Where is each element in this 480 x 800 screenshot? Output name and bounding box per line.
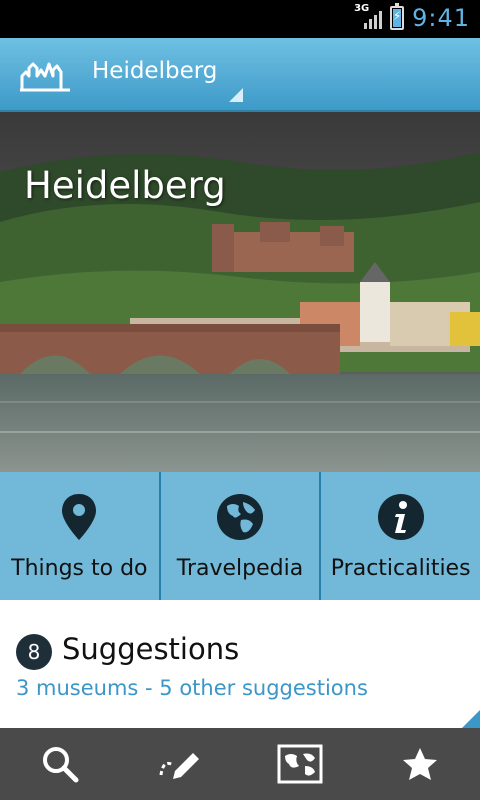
bottom-nav (0, 728, 480, 800)
status-time: 9:41 (412, 4, 470, 32)
card-corner-indicator (462, 710, 480, 728)
nav-favorites[interactable] (360, 728, 480, 800)
pencil-trail-icon (159, 753, 199, 779)
hero-title: Heidelberg (24, 164, 226, 207)
status-bar: 3G ⚡ 9:41 (0, 0, 480, 38)
map-icon (277, 744, 323, 784)
action-bar: Heidelberg (0, 38, 480, 112)
tile-things-to-do[interactable]: Things to do (0, 472, 159, 600)
map-pin-icon (62, 494, 97, 540)
tile-travelpedia[interactable]: Travelpedia (160, 472, 320, 600)
tile-label: Things to do (11, 556, 148, 581)
nav-itinerary[interactable] (120, 728, 240, 800)
city-dropdown[interactable]: Heidelberg (92, 58, 244, 102)
tile-label: Practicalities (330, 556, 471, 581)
nav-map[interactable] (240, 728, 360, 800)
globe-icon (217, 494, 263, 540)
tile-practicalities[interactable]: Practicalities (321, 472, 480, 600)
suggestions-title: Suggestions (62, 632, 240, 666)
app-logo-icon[interactable] (20, 56, 70, 92)
tile-label: Travelpedia (176, 556, 304, 581)
network-signal-icon: 3G (354, 3, 383, 31)
dropdown-indicator-icon (229, 88, 244, 102)
info-icon (377, 494, 424, 540)
suggestions-card[interactable]: 8 Suggestions 3 museums - 5 other sugges… (0, 600, 480, 728)
suggestions-count-badge: 8 (16, 634, 52, 670)
star-favorites-icon (403, 748, 437, 780)
city-dropdown-label: Heidelberg (92, 58, 218, 84)
hero-image: Heidelberg (0, 112, 480, 472)
search-icon (43, 747, 79, 783)
battery-icon: ⚡ (390, 3, 405, 30)
nav-search[interactable] (0, 728, 120, 800)
suggestions-summary: 3 museums - 5 other suggestions (16, 676, 368, 700)
category-tiles: Things to do Travelpedia Practicalities (0, 472, 480, 600)
